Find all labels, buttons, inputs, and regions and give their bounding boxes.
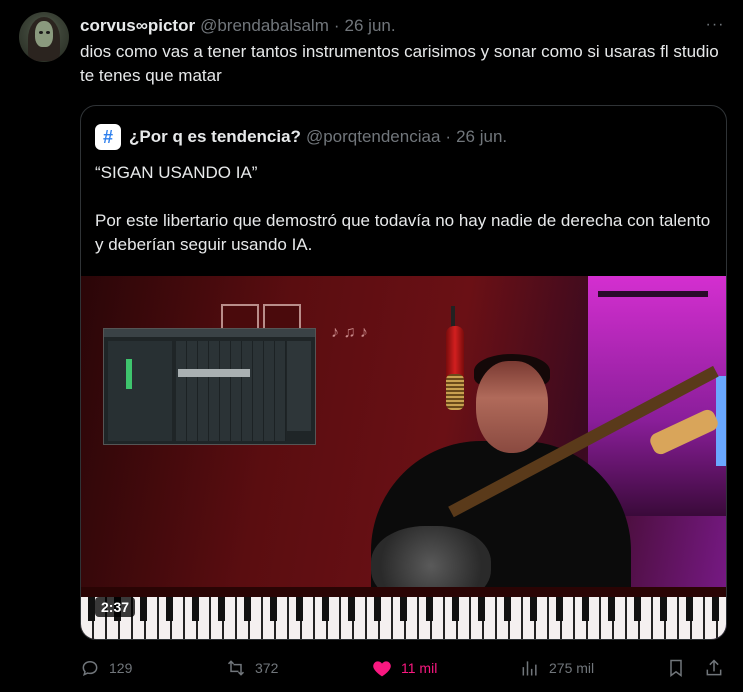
- hashtag-avatar-icon[interactable]: #: [95, 124, 121, 150]
- bookmark-icon: [670, 659, 682, 677]
- tweet-text: dios como vas a tener tantos instrumento…: [80, 42, 719, 85]
- author-name[interactable]: corvus∞pictor: [80, 16, 195, 36]
- author-handle[interactable]: @brendabalsalm: [200, 16, 329, 36]
- avatar[interactable]: [19, 12, 69, 62]
- views-icon: [522, 661, 537, 676]
- video-player[interactable]: ♪ ♫ ♪ 2:37: [81, 276, 726, 639]
- tweet-date[interactable]: 26 jun.: [345, 16, 396, 36]
- daw-screenshot-overlay: [103, 328, 316, 445]
- like-button[interactable]: 11 mil: [372, 655, 437, 681]
- quoted-tweet-text: “SIGAN USANDO IA” Por este libertario qu…: [95, 163, 711, 254]
- quoted-author-handle[interactable]: @porqtendenciaa: [306, 127, 440, 147]
- share-icon: [706, 659, 722, 676]
- video-duration-badge: 2:37: [95, 597, 136, 617]
- retweet-count: 372: [255, 660, 279, 676]
- reply-button[interactable]: 129: [80, 655, 132, 681]
- view-count: 275 mil: [549, 660, 595, 676]
- quoted-author-name[interactable]: ¿Por q es tendencia?: [129, 127, 301, 147]
- reply-icon: [82, 660, 98, 677]
- tweet[interactable]: corvus∞pictor @brendabalsalm · 26 jun. ·…: [0, 0, 743, 692]
- bookmark-button[interactable]: [666, 655, 686, 681]
- retweet-button[interactable]: 372: [226, 655, 278, 681]
- quoted-tweet-header: # ¿Por q es tendencia? @porqtendenciaa ·…: [95, 124, 507, 150]
- quoted-tweet[interactable]: # ¿Por q es tendencia? @porqtendenciaa ·…: [80, 105, 727, 640]
- quoted-tweet-date[interactable]: 26 jun.: [456, 127, 507, 147]
- separator: ·: [445, 127, 452, 146]
- tweet-header: corvus∞pictor @brendabalsalm · 26 jun.: [80, 15, 396, 37]
- more-options-icon[interactable]: ···: [700, 14, 730, 36]
- action-bar: 129 372 11 mil 275 mil: [80, 655, 730, 681]
- reply-count: 129: [109, 660, 133, 676]
- share-button[interactable]: [704, 655, 724, 681]
- like-count: 11 mil: [401, 660, 438, 676]
- retweet-icon: [227, 660, 245, 676]
- views-button[interactable]: 275 mil: [520, 655, 594, 681]
- heart-icon: [373, 661, 391, 677]
- separator: ·: [333, 16, 340, 35]
